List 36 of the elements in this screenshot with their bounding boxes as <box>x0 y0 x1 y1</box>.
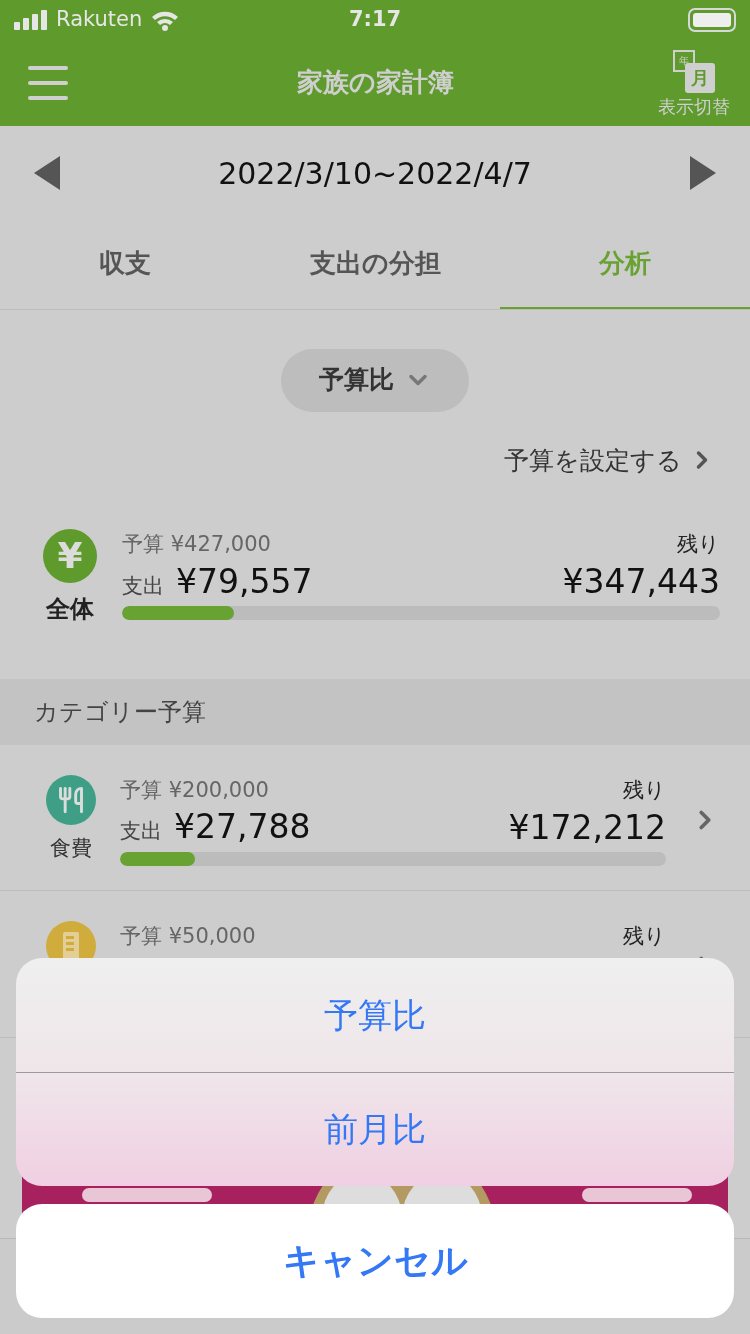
previous-period-button[interactable] <box>34 156 62 191</box>
cancel-button[interactable]: キャンセル <box>16 1204 734 1318</box>
month-calendar-icon: 月 <box>685 62 715 93</box>
sheet-option[interactable]: 前月比 <box>16 1072 734 1186</box>
yen-icon: ¥ <box>43 529 97 584</box>
app-title: 家族の家計簿 <box>296 66 454 100</box>
remaining-amount: ¥172,212 <box>508 806 666 848</box>
view-switch-label: 表示切替 <box>658 97 730 116</box>
remaining-amount: ¥347,443 <box>562 560 720 603</box>
budget-amount: 予算 ¥200,000 <box>120 776 269 804</box>
link-label: 予算を設定する <box>504 444 682 477</box>
spent-label: 支出 <box>122 572 164 600</box>
next-period-button[interactable] <box>688 156 716 191</box>
sheet-option[interactable]: 予算比 <box>16 958 734 1072</box>
section-title: カテゴリー予算 <box>34 696 206 728</box>
status-time: 7:17 <box>348 5 402 33</box>
signal-icon <box>14 9 48 30</box>
remaining-label: 残り <box>623 776 666 804</box>
category-name: 全体 <box>46 594 94 626</box>
budget-amount: 予算 ¥427,000 <box>122 531 271 559</box>
period-range: 2022/3/10~2022/4/7 <box>217 154 533 193</box>
spent-amount: ¥27,788 <box>174 806 311 848</box>
spent-label: 支出 <box>120 818 162 846</box>
spent-amount: ¥79,557 <box>176 560 313 602</box>
budget-amount: 予算 ¥50,000 <box>120 923 256 951</box>
remaining-label: 残り <box>677 531 720 559</box>
battery-icon <box>688 7 736 32</box>
tab[interactable]: 支出の分担 <box>250 221 500 309</box>
category-name: 食費 <box>50 834 92 862</box>
dropdown-label: 予算比 <box>318 364 394 397</box>
carrier-name: Rakuten <box>56 5 143 33</box>
tab[interactable]: 収支 <box>0 221 250 309</box>
remaining-label: 残り <box>623 923 666 951</box>
comparison-dropdown[interactable]: 予算比 <box>281 348 469 412</box>
set-budget-link[interactable]: 予算を設定する <box>504 441 716 480</box>
view-switch-button[interactable]: 年 月 表示切替 <box>658 49 730 116</box>
